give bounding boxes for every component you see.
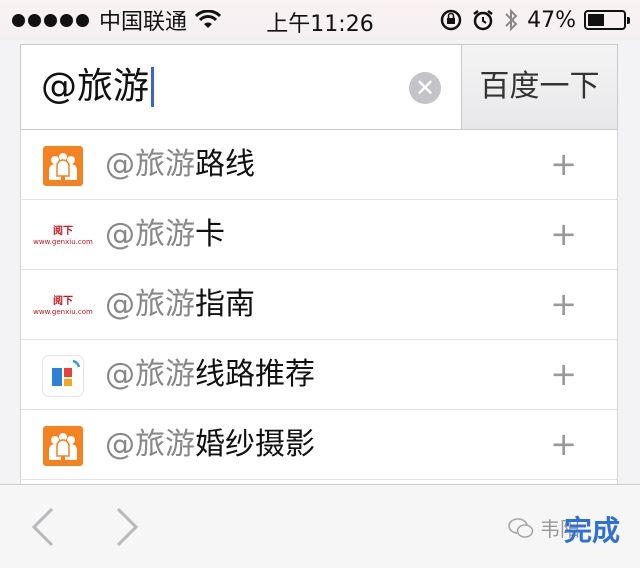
suggestion-prefix: @旅游 xyxy=(105,427,195,462)
search-input[interactable]: @旅游 xyxy=(41,65,155,109)
battery-icon xyxy=(584,10,630,30)
battery-percent: 47% xyxy=(527,7,576,33)
suggestion-item[interactable]: @旅游线路推荐 + xyxy=(21,340,617,410)
suggestion-item[interactable]: 阅下 www.genxiu.com @旅游指南 + xyxy=(21,270,617,340)
keyboard-toolbar: 韦阳 完成 xyxy=(0,484,640,568)
suggestion-text: @旅游指南 xyxy=(105,286,255,324)
bluetooth-icon xyxy=(505,8,518,32)
suggestion-rest: 路线 xyxy=(195,147,255,182)
suggestion-rest: 指南 xyxy=(195,287,255,322)
suggestion-rest: 婚纱摄影 xyxy=(195,427,315,462)
clear-icon[interactable]: ✕ xyxy=(409,72,441,104)
status-bar: 中国联通 上午11:26 47% xyxy=(0,0,640,40)
search-bar: @旅游 ✕ 百度一下 xyxy=(20,44,618,130)
genxiu-logo-icon: 阅下 www.genxiu.com xyxy=(33,286,93,326)
battery-fill xyxy=(588,14,604,26)
suggestion-item[interactable]: @旅游婚纱摄影 + xyxy=(21,410,617,480)
suggestion-prefix: @旅游 xyxy=(105,287,195,322)
wechat-icon xyxy=(508,517,534,538)
chevron-right-icon[interactable] xyxy=(112,505,142,549)
alarm-icon xyxy=(473,10,493,31)
map-app-icon xyxy=(43,356,83,396)
suggestion-list: @旅游路线 + 阅下 www.genxiu.com @旅游卡 + 阅下 www.… xyxy=(20,130,618,485)
orange-people-icon xyxy=(43,426,83,466)
orientation-lock-icon xyxy=(440,9,462,31)
suggestion-text: @旅游婚纱摄影 xyxy=(105,426,315,464)
suggestion-item[interactable]: @旅游路线 + xyxy=(21,130,617,200)
text-caret xyxy=(151,67,155,107)
suggestion-prefix: @旅游 xyxy=(105,217,195,252)
suggestion-item[interactable]: 阅下 www.genxiu.com @旅游卡 + xyxy=(21,200,617,270)
logo-text: 阅下 xyxy=(53,295,73,307)
suggestion-prefix: @旅游 xyxy=(105,357,195,392)
add-icon[interactable]: + xyxy=(550,424,577,464)
suggestion-rest: 线路推荐 xyxy=(195,357,315,392)
logo-subtext: www.genxiu.com xyxy=(33,237,93,246)
genxiu-logo-icon: 阅下 www.genxiu.com xyxy=(33,216,93,256)
done-button[interactable]: 完成 xyxy=(564,509,620,549)
add-icon[interactable]: + xyxy=(550,144,577,184)
orange-people-icon xyxy=(43,146,83,186)
add-icon[interactable]: + xyxy=(550,284,577,324)
logo-subtext: www.genxiu.com xyxy=(33,307,93,316)
logo-text: 阅下 xyxy=(53,225,73,237)
chevron-left-icon[interactable] xyxy=(28,505,58,549)
suggestion-text: @旅游线路推荐 xyxy=(105,356,315,394)
suggestion-text: @旅游卡 xyxy=(105,216,225,254)
search-query-text: @旅游 xyxy=(41,66,150,107)
add-icon[interactable]: + xyxy=(550,214,577,254)
suggestion-rest: 卡 xyxy=(195,217,225,252)
search-button[interactable]: 百度一下 xyxy=(461,45,617,129)
suggestion-prefix: @旅游 xyxy=(105,147,195,182)
add-icon[interactable]: + xyxy=(550,354,577,394)
status-right: 47% xyxy=(439,6,630,34)
suggestion-text: @旅游路线 xyxy=(105,146,255,184)
